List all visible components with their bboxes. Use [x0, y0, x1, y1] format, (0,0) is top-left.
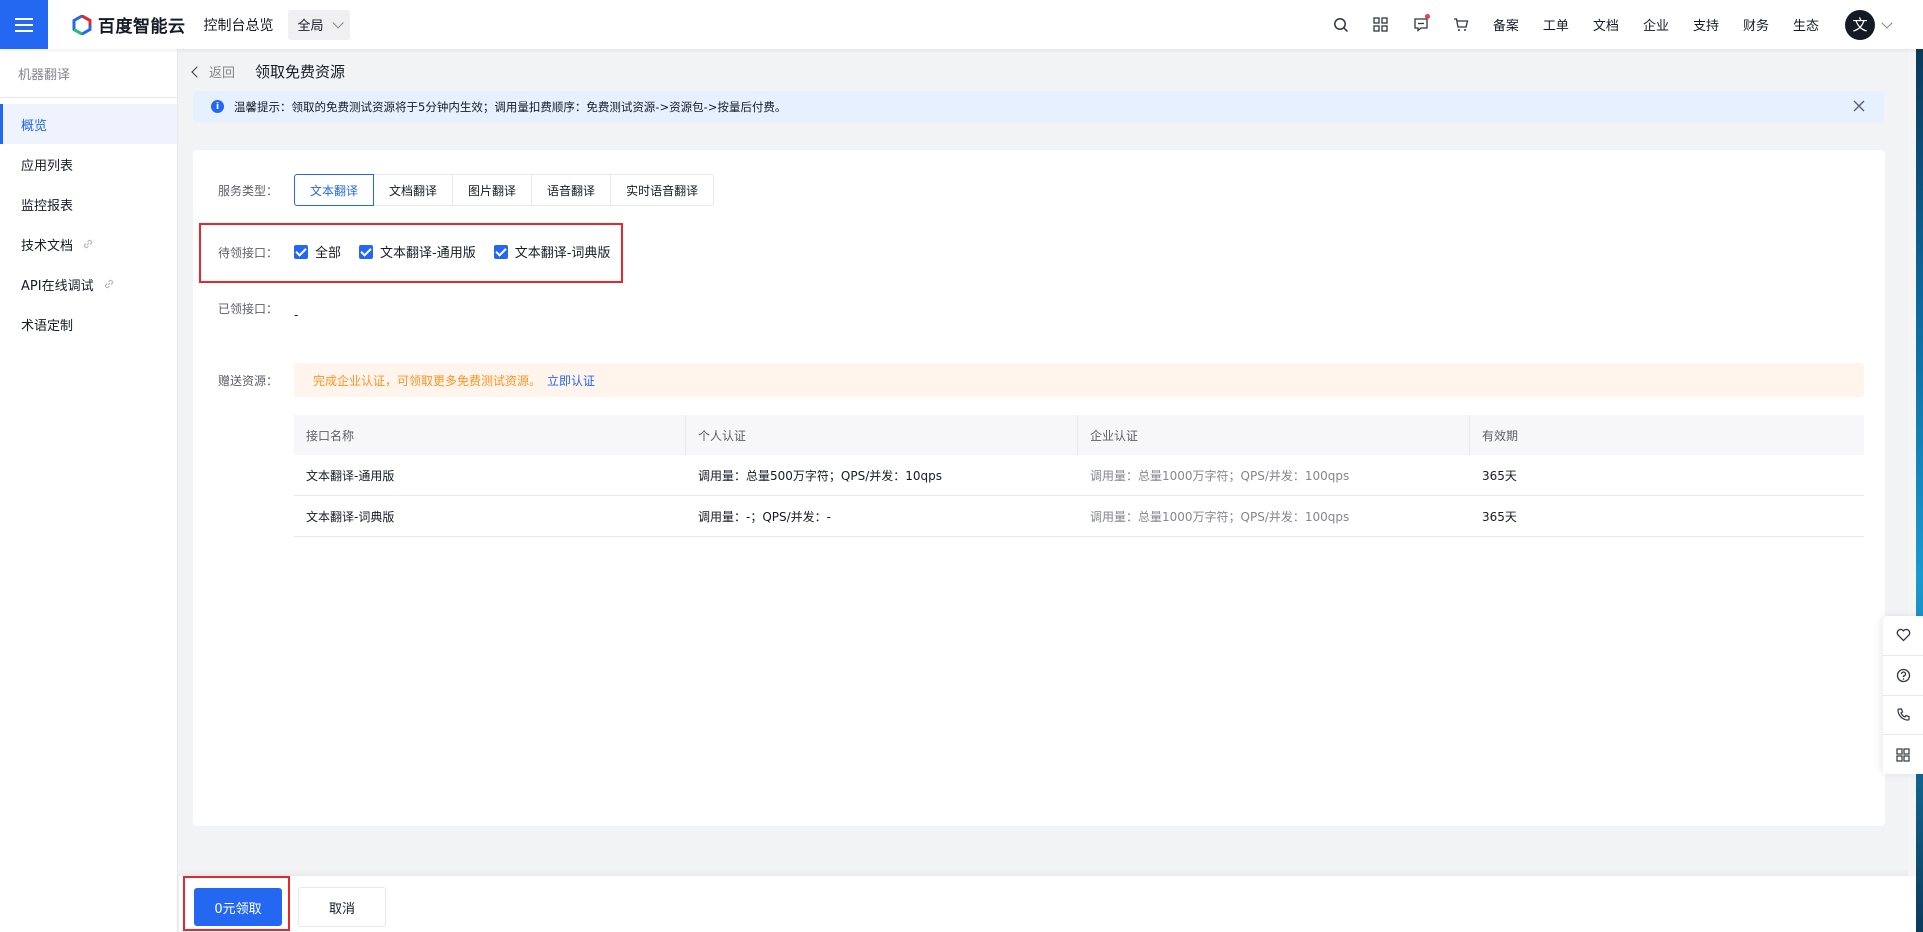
sidebar-item-overview[interactable]: 概览	[0, 104, 177, 144]
message-icon	[1414, 18, 1428, 32]
table-cell: 调用量：总量1000万字符；QPS/并发：100qps	[1090, 509, 1350, 524]
close-icon[interactable]	[1852, 99, 1866, 113]
nav-finance[interactable]: 财务	[1743, 15, 1769, 34]
tab-document-translation[interactable]: 文档翻译	[373, 174, 454, 206]
table-header: 接口名称 个人认证 企业认证 有效期	[294, 415, 1864, 455]
message-button[interactable]	[1401, 0, 1441, 49]
tab-text-translation[interactable]: 文本翻译	[294, 174, 375, 206]
certify-now-link[interactable]: 立即认证	[547, 372, 595, 389]
chevron-down-icon[interactable]	[1881, 16, 1893, 29]
tab-image-translation[interactable]: 图片翻译	[452, 174, 533, 206]
menu-icon	[15, 23, 33, 26]
highlight-annotation	[183, 876, 290, 931]
enterprise-cert-promo: 完成企业认证，可领取更多免费测试资源。 立即认证	[294, 363, 1864, 397]
heart-icon	[1896, 629, 1910, 642]
table-row: 文本翻译-通用版 调用量：总量500万字符；QPS/并发：10qps 调用量：总…	[294, 455, 1864, 496]
gift-resource-label: 赠送资源：	[218, 374, 279, 388]
tab-realtime-speech-translation[interactable]: 实时语音翻译	[610, 174, 715, 206]
help-button[interactable]	[1883, 656, 1923, 696]
help-icon	[1896, 668, 1910, 682]
grid-icon	[1896, 748, 1910, 762]
sidebar-item-label: API在线调试	[21, 278, 94, 294]
notification-dot	[1424, 14, 1430, 19]
received-interface-value: -	[294, 308, 299, 322]
sidebar-item-label: 技术文档	[21, 238, 74, 254]
sidebar-item-label: 概览	[21, 118, 48, 134]
link-icon	[83, 239, 93, 249]
search-button[interactable]	[1321, 0, 1361, 49]
tab-speech-translation[interactable]: 语音翻译	[531, 174, 612, 206]
nav-ecosystem[interactable]: 生态	[1793, 15, 1819, 34]
received-interface-label: 已领接口：	[218, 302, 279, 316]
table-cell: 文本翻译-词典版	[306, 509, 395, 524]
sidebar-item-monitor-report[interactable]: 监控报表	[0, 184, 177, 224]
sidebar-item-term-custom[interactable]: 术语定制	[0, 304, 177, 344]
tip-banner: i 温馨提示：领取的免费测试资源将于5分钟内生效；调用量扣费顺序：免费测试资源-…	[193, 91, 1884, 122]
nav-filing[interactable]: 备案	[1493, 15, 1519, 34]
sidebar-item-app-list[interactable]: 应用列表	[0, 144, 177, 184]
column-header: 企业认证	[1078, 415, 1470, 455]
avatar[interactable]: 文	[1845, 9, 1875, 40]
sidebar-item-label: 应用列表	[21, 158, 74, 174]
resource-table: 接口名称 个人认证 企业认证 有效期 文本翻译-通用版 调用量：总量500万字符…	[294, 415, 1864, 537]
nav-ticket[interactable]: 工单	[1543, 15, 1569, 34]
search-icon	[1333, 17, 1348, 32]
desktop-background-edge	[1916, 49, 1923, 932]
sidebar-title: 机器翻译	[0, 49, 177, 98]
top-navbar: 百度智能云 控制台总览 全局 备案 工单 文档 企业 支持 财务 生态 文	[0, 0, 1923, 49]
sidebar-item-tech-docs[interactable]: 技术文档	[0, 224, 177, 264]
logo[interactable]: 百度智能云	[72, 12, 186, 37]
back-label: 返回	[209, 66, 236, 81]
console-overview-link[interactable]: 控制台总览	[204, 15, 274, 35]
breadcrumb: 返回 领取免费资源	[191, 61, 346, 82]
more-apps-button[interactable]	[1883, 735, 1923, 774]
phone-icon	[1896, 708, 1910, 721]
apps-icon	[1373, 17, 1389, 32]
column-header: 有效期	[1482, 428, 1519, 443]
nav-docs[interactable]: 文档	[1593, 15, 1619, 34]
service-type-tabs: 文本翻译 文档翻译 图片翻译 语音翻译 实时语音翻译	[294, 174, 715, 206]
table-cell: 365天	[1482, 509, 1517, 524]
contact-button[interactable]	[1883, 696, 1923, 736]
page-title: 领取免费资源	[255, 63, 346, 81]
menu-button[interactable]	[0, 0, 48, 49]
logo-text: 百度智能云	[98, 17, 186, 37]
top-right-tools: 备案 工单 文档 企业 支持 财务 生态 文	[1321, 0, 1893, 49]
apps-button[interactable]	[1361, 0, 1401, 49]
link-icon	[104, 279, 113, 289]
nav-support[interactable]: 支持	[1693, 15, 1719, 34]
table-cell: 365天	[1482, 468, 1517, 483]
back-button[interactable]: 返回	[191, 62, 236, 81]
chevron-left-icon	[191, 65, 203, 78]
region-value: 全局	[297, 19, 324, 34]
info-icon: i	[211, 100, 224, 113]
tip-text: 温馨提示：领取的免费测试资源将于5分钟内生效；调用量扣费顺序：免费测试资源->资…	[234, 99, 787, 114]
footer-action-bar: 0元领取 取消	[179, 876, 1923, 932]
sidebar-item-label: 术语定制	[21, 318, 74, 334]
promo-text: 完成企业认证，可领取更多免费测试资源。	[313, 373, 542, 388]
table-cell: 文本翻译-通用版	[306, 468, 395, 483]
sidebar-item-label: 监控报表	[21, 198, 74, 214]
cart-button[interactable]	[1441, 0, 1481, 49]
nav-enterprise[interactable]: 企业	[1643, 15, 1669, 34]
table-cell: 调用量：总量500万字符；QPS/并发：10qps	[698, 468, 943, 483]
column-header: 接口名称	[294, 415, 686, 455]
cart-icon	[1453, 18, 1469, 31]
table-cell: 调用量：-；QPS/并发：-	[698, 509, 832, 524]
sidebar-item-api-debug[interactable]: API在线调试	[0, 264, 177, 304]
floating-toolbar	[1883, 616, 1923, 774]
table-row: 文本翻译-词典版 调用量：-；QPS/并发：- 调用量：总量1000万字符；QP…	[294, 496, 1864, 537]
cancel-button[interactable]: 取消	[298, 887, 386, 927]
highlight-annotation	[199, 223, 623, 283]
service-type-label: 服务类型：	[218, 184, 279, 198]
logo-icon	[72, 14, 92, 35]
favorite-button[interactable]	[1883, 616, 1923, 656]
region-select[interactable]: 全局	[287, 9, 350, 40]
chevron-down-icon	[331, 16, 344, 29]
column-header: 个人认证	[686, 415, 1078, 455]
table-cell: 调用量：总量1000万字符；QPS/并发：100qps	[1090, 468, 1350, 483]
sidebar: 机器翻译 概览 应用列表 监控报表 技术文档 API在线调试 术语定制	[0, 49, 178, 932]
